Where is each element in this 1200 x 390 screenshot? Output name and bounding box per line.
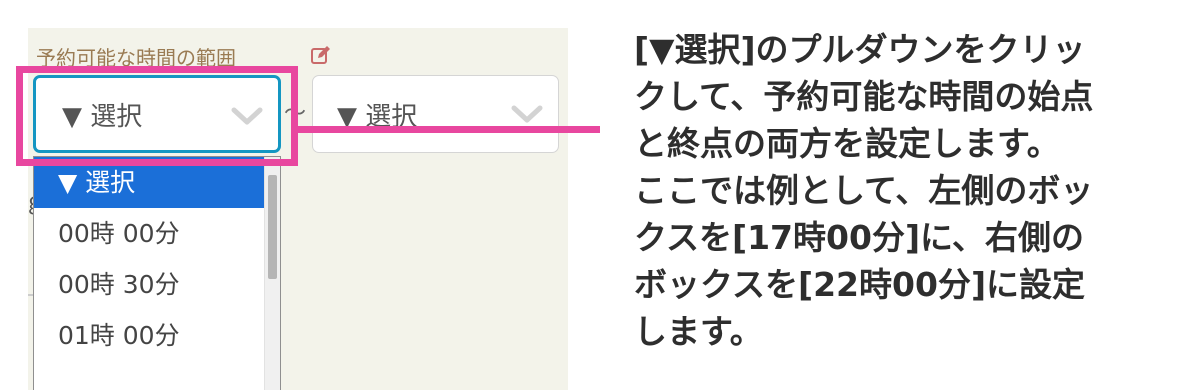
instruction-line: ボックスを[22時00分]に設定: [634, 265, 1086, 304]
instruction-line: クスを[17時00分]に、右側の: [634, 218, 1085, 257]
instruction-text: [▼選択]のプルダウンをクリッ クして、予約可能な時間の始点 と終点の両方を設定…: [634, 26, 1179, 355]
scrollbar-thumb[interactable]: [268, 175, 277, 279]
instruction-line: ここでは例として、左側のボッ: [634, 171, 1094, 210]
dropdown-option[interactable]: 00時 30分: [34, 259, 265, 310]
time-dropdown-list[interactable]: ▼ 選択 00時 00分 00時 30分 01時 00分: [33, 156, 281, 390]
end-time-select[interactable]: ▼ 選択: [312, 75, 559, 153]
dropdown-option[interactable]: 00時 00分: [34, 208, 265, 259]
dropdown-scrollbar[interactable]: [264, 157, 280, 390]
edit-icon[interactable]: [310, 44, 332, 66]
instruction-line: と終点の両方を設定します。: [634, 124, 1060, 163]
chevron-down-icon: [511, 105, 543, 123]
instruction-line: [▼選択]のプルダウンをクリッ: [634, 30, 1086, 69]
dropdown-option[interactable]: 01時 00分: [34, 310, 265, 361]
instruction-line: クして、予約可能な時間の始点: [634, 77, 1094, 116]
instruction-line: します。: [634, 312, 763, 351]
callout-connector: [298, 126, 600, 133]
highlight-box: [16, 66, 298, 166]
